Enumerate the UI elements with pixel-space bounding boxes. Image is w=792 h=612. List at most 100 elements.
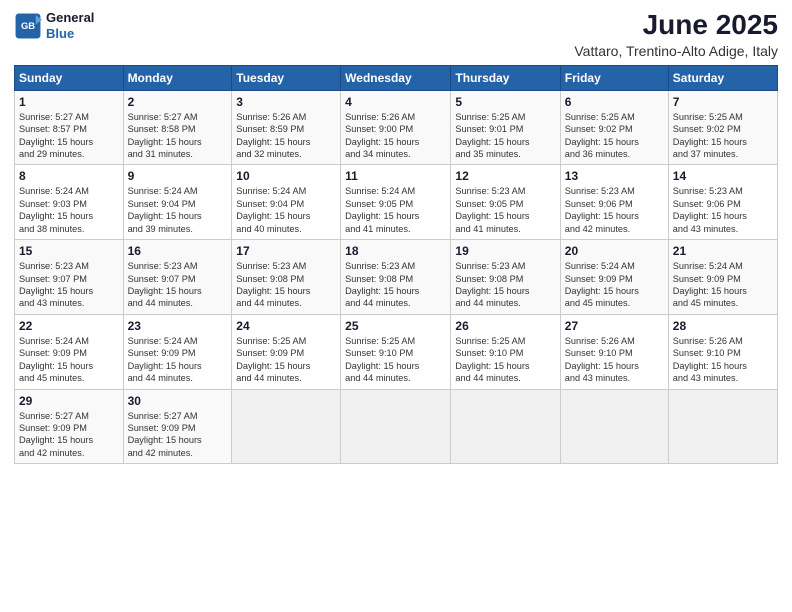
table-row: 29 Sunrise: 5:27 AMSunset: 9:09 PMDayligh…: [15, 389, 778, 464]
day-info: Sunrise: 5:25 AMSunset: 9:10 PMDaylight:…: [455, 335, 555, 385]
day-cell: 12Sunrise: 5:23 AMSunset: 9:05 PMDayligh…: [451, 165, 560, 240]
day-info: Sunrise: 5:25 AMSunset: 9:02 PMDaylight:…: [673, 111, 773, 161]
day-info: Sunrise: 5:24 AMSunset: 9:03 PMDaylight:…: [19, 185, 119, 235]
day-number: 5: [455, 95, 555, 109]
day-info: Sunrise: 5:27 AMSunset: 9:09 PMDaylight:…: [19, 410, 119, 460]
table-row: 22 Sunrise: 5:24 AMSunset: 9:09 PMDayligh…: [15, 314, 778, 389]
day-info: Sunrise: 5:24 AMSunset: 9:09 PMDaylight:…: [673, 260, 773, 310]
table-row: 1 Sunrise: 5:27 AMSunset: 8:57 PMDaylight…: [15, 90, 778, 165]
day-info: Sunrise: 5:27 AMSunset: 9:09 PMDaylight:…: [128, 410, 228, 460]
day-number: 21: [673, 244, 773, 258]
day-cell: 5Sunrise: 5:25 AMSunset: 9:01 PMDaylight…: [451, 90, 560, 165]
day-cell: 23 Sunrise: 5:24 AMSunset: 9:09 PMDayligh…: [123, 314, 232, 389]
col-thursday: Thursday: [451, 65, 560, 90]
day-info: Sunrise: 5:24 AMSunset: 9:09 PMDaylight:…: [128, 335, 228, 385]
day-info: Sunrise: 5:24 AMSunset: 9:05 PMDaylight:…: [345, 185, 446, 235]
day-cell: 26 Sunrise: 5:25 AMSunset: 9:10 PMDayligh…: [451, 314, 560, 389]
day-cell: 11 Sunrise: 5:24 AMSunset: 9:05 PMDayligh…: [341, 165, 451, 240]
day-info: Sunrise: 5:23 AMSunset: 9:08 PMDaylight:…: [455, 260, 555, 310]
logo-text: General Blue: [46, 10, 94, 41]
svg-text:GB: GB: [21, 21, 35, 31]
col-sunday: Sunday: [15, 65, 124, 90]
day-number: 2: [128, 95, 228, 109]
logo-line1: General: [46, 10, 94, 26]
day-info: Sunrise: 5:23 AMSunset: 9:08 PMDaylight:…: [345, 260, 446, 310]
day-cell: 9 Sunrise: 5:24 AMSunset: 9:04 PMDaylight…: [123, 165, 232, 240]
day-info: Sunrise: 5:23 AMSunset: 9:07 PMDaylight:…: [19, 260, 119, 310]
day-number: 24: [236, 319, 336, 333]
day-cell: 18 Sunrise: 5:23 AMSunset: 9:08 PMDayligh…: [341, 240, 451, 315]
day-info: Sunrise: 5:27 AMSunset: 8:58 PMDaylight:…: [128, 111, 228, 161]
day-number: 15: [19, 244, 119, 258]
logo: GB General Blue: [14, 10, 94, 41]
table-row: 8Sunrise: 5:24 AMSunset: 9:03 PMDaylight…: [15, 165, 778, 240]
day-cell: 4Sunrise: 5:26 AMSunset: 9:00 PMDaylight…: [341, 90, 451, 165]
day-cell: 15 Sunrise: 5:23 AMSunset: 9:07 PMDayligh…: [15, 240, 124, 315]
day-cell: 30 Sunrise: 5:27 AMSunset: 9:09 PMDayligh…: [123, 389, 232, 464]
col-tuesday: Tuesday: [232, 65, 341, 90]
col-saturday: Saturday: [668, 65, 777, 90]
day-cell: 24Sunrise: 5:25 AMSunset: 9:09 PMDayligh…: [232, 314, 341, 389]
logo-icon: GB: [14, 12, 42, 40]
day-number: 9: [128, 169, 228, 183]
calendar-body: 1 Sunrise: 5:27 AMSunset: 8:57 PMDaylight…: [15, 90, 778, 463]
day-info: Sunrise: 5:24 AMSunset: 9:04 PMDaylight:…: [236, 185, 336, 235]
day-cell: 1 Sunrise: 5:27 AMSunset: 8:57 PMDaylight…: [15, 90, 124, 165]
day-info: Sunrise: 5:26 AMSunset: 9:00 PMDaylight:…: [345, 111, 446, 161]
day-info: Sunrise: 5:23 AMSunset: 9:05 PMDaylight:…: [455, 185, 555, 235]
day-number: 1: [19, 95, 119, 109]
day-info: Sunrise: 5:24 AMSunset: 9:09 PMDaylight:…: [565, 260, 664, 310]
calendar-header: Sunday Monday Tuesday Wednesday Thursday…: [15, 65, 778, 90]
day-info: Sunrise: 5:26 AMSunset: 9:10 PMDaylight:…: [673, 335, 773, 385]
day-number: 28: [673, 319, 773, 333]
day-number: 23: [128, 319, 228, 333]
header: GB General Blue June 2025 Vattaro, Trent…: [14, 10, 778, 59]
day-number: 27: [565, 319, 664, 333]
day-info: Sunrise: 5:23 AMSunset: 9:07 PMDaylight:…: [128, 260, 228, 310]
day-cell: 6Sunrise: 5:25 AMSunset: 9:02 PMDaylight…: [560, 90, 668, 165]
day-number: 11: [345, 169, 446, 183]
col-monday: Monday: [123, 65, 232, 90]
day-cell: 16Sunrise: 5:23 AMSunset: 9:07 PMDayligh…: [123, 240, 232, 315]
day-cell: 22 Sunrise: 5:24 AMSunset: 9:09 PMDayligh…: [15, 314, 124, 389]
day-number: 17: [236, 244, 336, 258]
day-cell: [341, 389, 451, 464]
day-info: Sunrise: 5:25 AMSunset: 9:10 PMDaylight:…: [345, 335, 446, 385]
day-cell: 29 Sunrise: 5:27 AMSunset: 9:09 PMDayligh…: [15, 389, 124, 464]
day-number: 3: [236, 95, 336, 109]
subtitle: Vattaro, Trentino-Alto Adige, Italy: [574, 43, 778, 59]
day-cell: 17 Sunrise: 5:23 AMSunset: 9:08 PMDayligh…: [232, 240, 341, 315]
day-cell: 14Sunrise: 5:23 AMSunset: 9:06 PMDayligh…: [668, 165, 777, 240]
day-number: 7: [673, 95, 773, 109]
calendar-table: Sunday Monday Tuesday Wednesday Thursday…: [14, 65, 778, 464]
day-cell: [668, 389, 777, 464]
day-cell: [232, 389, 341, 464]
day-number: 26: [455, 319, 555, 333]
table-row: 15 Sunrise: 5:23 AMSunset: 9:07 PMDayligh…: [15, 240, 778, 315]
day-number: 29: [19, 394, 119, 408]
day-info: Sunrise: 5:23 AMSunset: 9:08 PMDaylight:…: [236, 260, 336, 310]
day-cell: 13 Sunrise: 5:23 AMSunset: 9:06 PMDayligh…: [560, 165, 668, 240]
day-cell: 7 Sunrise: 5:25 AMSunset: 9:02 PMDaylight…: [668, 90, 777, 165]
day-cell: 20 Sunrise: 5:24 AMSunset: 9:09 PMDayligh…: [560, 240, 668, 315]
day-cell: 28 Sunrise: 5:26 AMSunset: 9:10 PMDayligh…: [668, 314, 777, 389]
day-info: Sunrise: 5:23 AMSunset: 9:06 PMDaylight:…: [673, 185, 773, 235]
day-info: Sunrise: 5:25 AMSunset: 9:02 PMDaylight:…: [565, 111, 664, 161]
day-info: Sunrise: 5:23 AMSunset: 9:06 PMDaylight:…: [565, 185, 664, 235]
day-cell: 8Sunrise: 5:24 AMSunset: 9:03 PMDaylight…: [15, 165, 124, 240]
day-info: Sunrise: 5:27 AMSunset: 8:57 PMDaylight:…: [19, 111, 119, 161]
day-number: 18: [345, 244, 446, 258]
day-info: Sunrise: 5:24 AMSunset: 9:09 PMDaylight:…: [19, 335, 119, 385]
main-title: June 2025: [574, 10, 778, 41]
day-number: 25: [345, 319, 446, 333]
day-number: 20: [565, 244, 664, 258]
day-number: 22: [19, 319, 119, 333]
day-number: 13: [565, 169, 664, 183]
day-cell: [560, 389, 668, 464]
col-friday: Friday: [560, 65, 668, 90]
day-info: Sunrise: 5:24 AMSunset: 9:04 PMDaylight:…: [128, 185, 228, 235]
day-info: Sunrise: 5:26 AMSunset: 8:59 PMDaylight:…: [236, 111, 336, 161]
day-cell: 25 Sunrise: 5:25 AMSunset: 9:10 PMDayligh…: [341, 314, 451, 389]
day-cell: 19Sunrise: 5:23 AMSunset: 9:08 PMDayligh…: [451, 240, 560, 315]
day-number: 30: [128, 394, 228, 408]
